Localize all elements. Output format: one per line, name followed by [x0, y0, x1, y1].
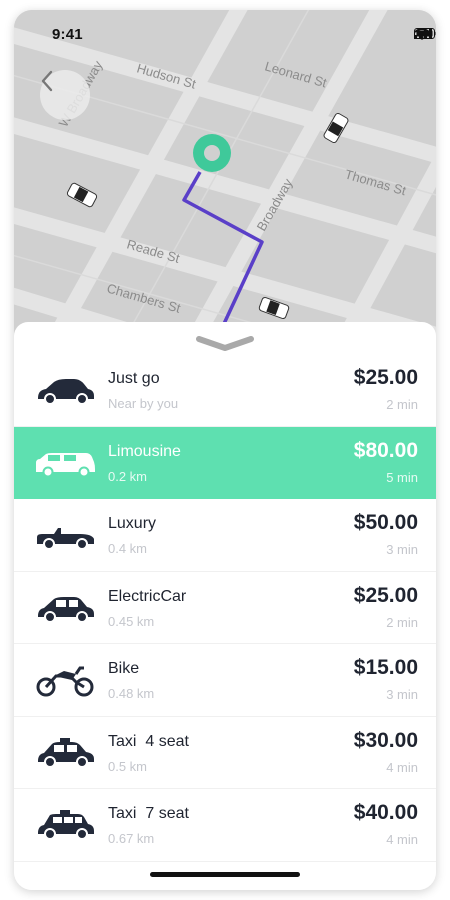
status-time: 9:41 [52, 26, 83, 43]
ride-option-name: ElectricCar [108, 587, 187, 605]
ride-option-name: Bike [108, 660, 140, 677]
ride-option-distance: 0.67 km [108, 831, 155, 846]
ride-option-price: $15.00 [353, 656, 418, 679]
map-view[interactable]: W Broadway Reade St Chambers St Broadway… [14, 10, 436, 340]
ride-option-distance: 0.48 km [108, 686, 155, 701]
ride-option-eta: 5 min [386, 469, 418, 485]
ride-option-eta: 3 min [386, 542, 418, 557]
electric-car-icon [38, 596, 94, 623]
ride-options-sheet: Just go Near by you $25.00 2 min Limousi… [14, 322, 436, 890]
ride-option-price: $40.00 [353, 801, 418, 824]
ride-option-price: $25.00 [353, 583, 418, 607]
ride-option-eta: 4 min [386, 759, 418, 775]
convertible-icon [37, 528, 94, 550]
ride-option-bike[interactable]: Bike 0.48 km $15.00 3 min [14, 644, 436, 717]
ride-option-electric-car[interactable]: ElectricCar 0.45 km $25.00 2 min [14, 572, 436, 644]
pickup-pin-icon [193, 134, 231, 172]
ride-option-name: Taxi 7 seat [108, 805, 189, 822]
ride-option-name: Limousine [108, 442, 181, 460]
ride-option-eta: 2 min [386, 614, 418, 630]
phone-screen: W Broadway Reade St Chambers St Broadway… [14, 10, 436, 890]
ride-option-distance: 0.5 km [108, 758, 148, 774]
limousine-icon [36, 452, 95, 477]
motorbike-icon [36, 666, 94, 697]
ride-option-name: Luxury [108, 515, 157, 532]
ride-option-distance: 0.45 km [108, 613, 155, 629]
ride-option-taxi-4-seat[interactable]: Taxi 4 seat 0.5 km $30.00 4 min [14, 717, 436, 789]
ride-option-luxury[interactable]: Luxury 0.4 km $50.00 3 min [14, 499, 436, 572]
ride-option-eta: 2 min [386, 397, 418, 412]
home-indicator[interactable] [150, 872, 300, 877]
ride-option-distance: Near by you [108, 396, 179, 411]
map-canvas: W Broadway Reade St Chambers St Broadway… [14, 10, 436, 340]
ride-option-price: $50.00 [353, 511, 418, 534]
ride-option-name: Just go [108, 370, 160, 387]
ride-option-distance: 0.2 km [108, 468, 148, 484]
ride-option-just-go[interactable]: Just go Near by you $25.00 2 min [14, 354, 436, 427]
battery-icon [414, 28, 436, 39]
ride-option-eta: 4 min [386, 832, 418, 847]
ride-option-distance: 0.4 km [108, 541, 148, 556]
ride-option-price: $30.00 [353, 728, 418, 752]
status-bar: 9:41 [14, 10, 436, 54]
sedan-icon [38, 379, 94, 405]
taxi-icon [38, 737, 94, 768]
collapse-handle-icon[interactable] [195, 336, 255, 352]
ride-option-price: $80.00 [353, 438, 418, 462]
ride-option-price: $25.00 [353, 366, 418, 389]
ride-options-list: Just go Near by you $25.00 2 min Limousi… [14, 354, 436, 862]
taxi-van-icon [38, 810, 94, 840]
ride-option-eta: 3 min [386, 687, 418, 702]
ride-option-taxi-7-seat[interactable]: Taxi 7 seat 0.67 km $40.00 4 min [14, 789, 436, 862]
back-button[interactable] [40, 70, 90, 120]
ride-option-name: Taxi 4 seat [108, 732, 189, 750]
ride-option-limousine[interactable]: Limousine 0.2 km $80.00 5 min [14, 426, 436, 499]
chevron-left-icon [41, 70, 53, 92]
